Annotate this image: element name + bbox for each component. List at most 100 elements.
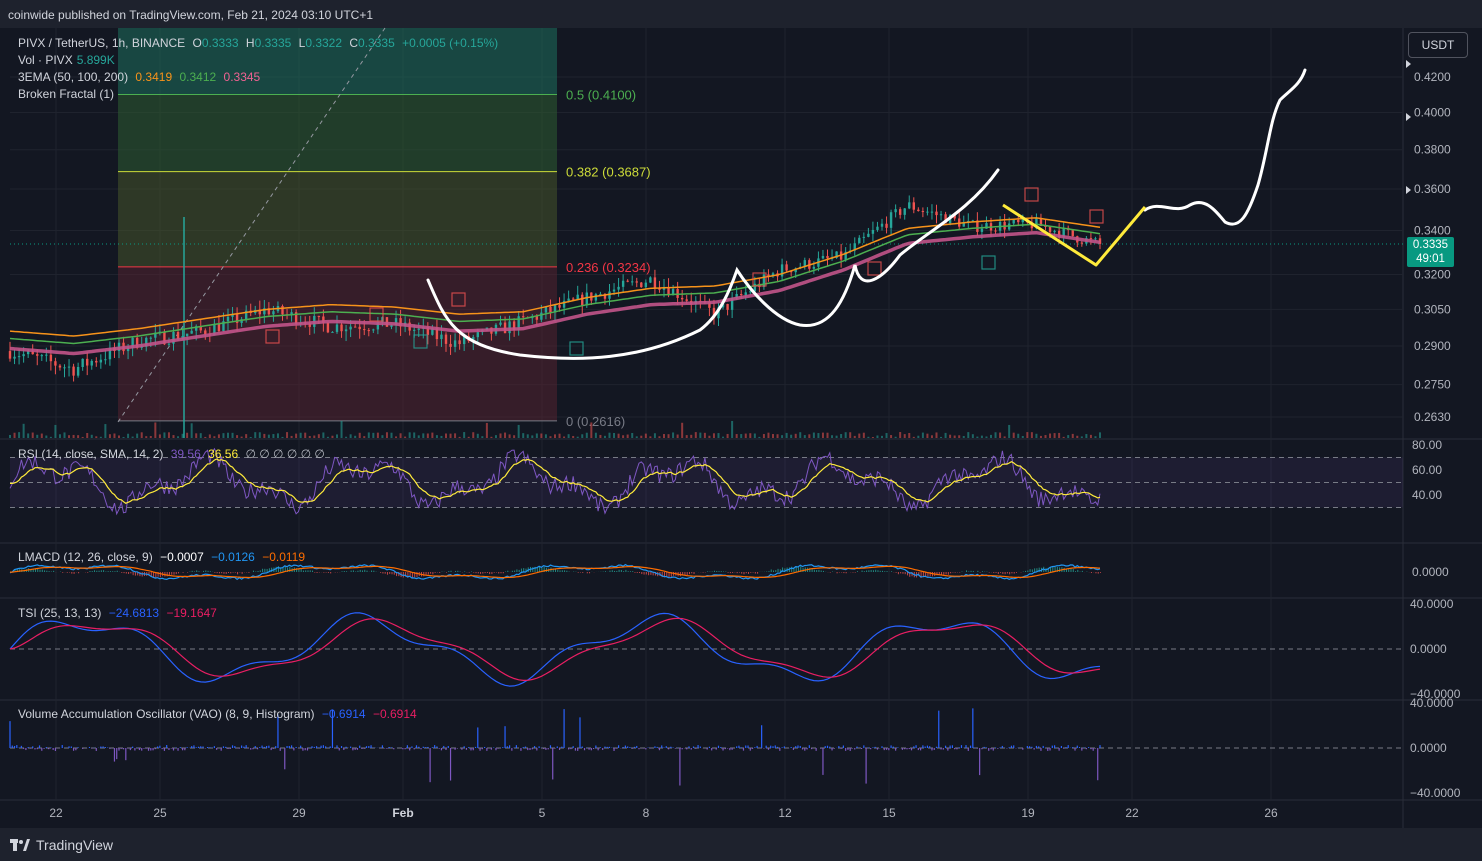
price-change: +0.0005 (+0.15%) <box>402 36 499 50</box>
macd-hist-bar <box>171 572 173 575</box>
candle-body <box>522 316 525 318</box>
macd-hist-bar <box>193 571 195 572</box>
volume-bar <box>776 434 779 438</box>
candle-body <box>926 211 929 213</box>
currency-button[interactable]: USDT <box>1408 32 1468 58</box>
candle-body <box>880 223 884 227</box>
rsi-label: RSI (14, close, SMA, 14, 2) <box>18 447 164 461</box>
volume-bar <box>18 432 21 438</box>
macd-hist-bar <box>1002 572 1004 574</box>
volume-bar <box>254 432 257 438</box>
tradingview-logo[interactable]: TradingView <box>10 837 113 853</box>
candle-body <box>581 294 584 306</box>
fractal-label: Broken Fractal (1) <box>18 87 115 101</box>
macd-hist-bar <box>289 566 291 572</box>
macd-hist-bar <box>886 571 888 572</box>
volume-bar <box>658 436 661 438</box>
macd-hist-bar <box>775 570 777 572</box>
macd-hist-bar <box>327 572 329 573</box>
macd-hist-bar <box>511 570 513 572</box>
volume-bar <box>549 436 552 438</box>
volume-bar <box>1017 433 1020 438</box>
volume-bar <box>685 435 688 438</box>
macd-hist-bar <box>203 570 205 572</box>
volume-bar <box>1071 433 1074 438</box>
volume-bar <box>349 434 352 438</box>
macd-hist-bar <box>361 570 363 572</box>
volume-bar <box>1094 436 1097 438</box>
macd-hist-bar <box>239 572 241 573</box>
volume-bar <box>781 435 784 438</box>
macd-hist-bar <box>818 569 820 572</box>
volume-bar <box>731 420 734 438</box>
chart-canvas[interactable]: 0.5 (0.4100) 0.382 (0.3687) 0.236 (0.3234)… <box>0 0 1482 861</box>
candle-body <box>1089 238 1093 240</box>
macd-hist-bar <box>255 571 257 572</box>
volume-bar <box>576 436 579 438</box>
candle-body <box>876 226 879 230</box>
ohlc-l: 0.3322 <box>305 36 343 50</box>
volume-bar <box>231 432 234 438</box>
volume-bar <box>86 432 89 438</box>
ema200-value: 0.3345 <box>223 70 261 84</box>
volume-bar <box>472 432 475 438</box>
macd-hist-bar <box>977 570 979 572</box>
macd-hist-bar <box>121 572 123 573</box>
vao-signal-value: −0.6914 <box>372 707 417 721</box>
macd-hist-bar <box>754 572 756 574</box>
macd-hist-bar <box>78 572 80 574</box>
macd-hist-bar <box>153 572 155 578</box>
ohlc-o: 0.3333 <box>201 36 239 50</box>
volume-bar <box>458 436 461 438</box>
volume-bar <box>1030 432 1033 438</box>
macd-hist-bar <box>904 572 906 575</box>
candle-body <box>353 326 357 328</box>
fractal-legend: Broken Fractal (1) <box>18 87 118 101</box>
symbol-title: PIVX / TetherUS, 1h, BINANCE <box>18 36 186 50</box>
macd-hist-bar <box>116 570 118 572</box>
ema100-value: 0.3412 <box>179 70 217 84</box>
macd-hist-bar <box>105 571 107 572</box>
macd-hist-bar <box>48 571 50 572</box>
macd-hist-bar <box>1090 572 1092 574</box>
macd-hist-bar <box>629 571 631 572</box>
macd-hist-bar <box>416 572 418 578</box>
volume-bar <box>953 435 956 438</box>
volume-bar <box>49 436 52 438</box>
volume-bar <box>358 432 361 438</box>
time-tick-label: 19 <box>1021 806 1035 820</box>
macd-hist-bar <box>128 572 130 574</box>
volume-bar <box>1026 432 1029 438</box>
macd-hist-bar <box>225 572 227 574</box>
volume-bar <box>481 436 484 438</box>
macd-hist-bar <box>716 570 718 572</box>
volume-bar <box>1003 436 1006 438</box>
macd-hist-bar <box>234 572 236 573</box>
volume-bar <box>540 433 543 438</box>
volume-bar <box>554 434 556 438</box>
macd-hist-bar <box>752 572 754 573</box>
candle-body <box>740 294 743 296</box>
volume-bar <box>962 436 965 438</box>
macd-hist-bar <box>89 571 91 572</box>
macd-hist-bar <box>738 572 740 573</box>
macd-hist-bar <box>882 570 883 572</box>
volume-bar <box>454 433 457 438</box>
macd-hist-bar <box>109 571 111 572</box>
macd-hist-bar <box>650 572 652 575</box>
macd-hist-bar <box>248 572 250 573</box>
volume-bar <box>40 433 43 438</box>
volume-bar <box>181 433 184 438</box>
volume-bar <box>840 434 843 438</box>
macd-hist-bar <box>997 572 999 575</box>
macd-hist-bar <box>702 572 704 573</box>
macd-hist-bar <box>477 572 479 574</box>
volume-bar <box>672 432 675 438</box>
macd-hist-bar <box>813 569 815 572</box>
macd-hist-bar <box>952 572 954 573</box>
macd-hist-bar <box>875 569 877 572</box>
volume-bar <box>1035 433 1038 438</box>
macd-hist-bar <box>484 572 486 574</box>
candle-body <box>90 360 93 366</box>
volume-bar <box>63 432 66 438</box>
